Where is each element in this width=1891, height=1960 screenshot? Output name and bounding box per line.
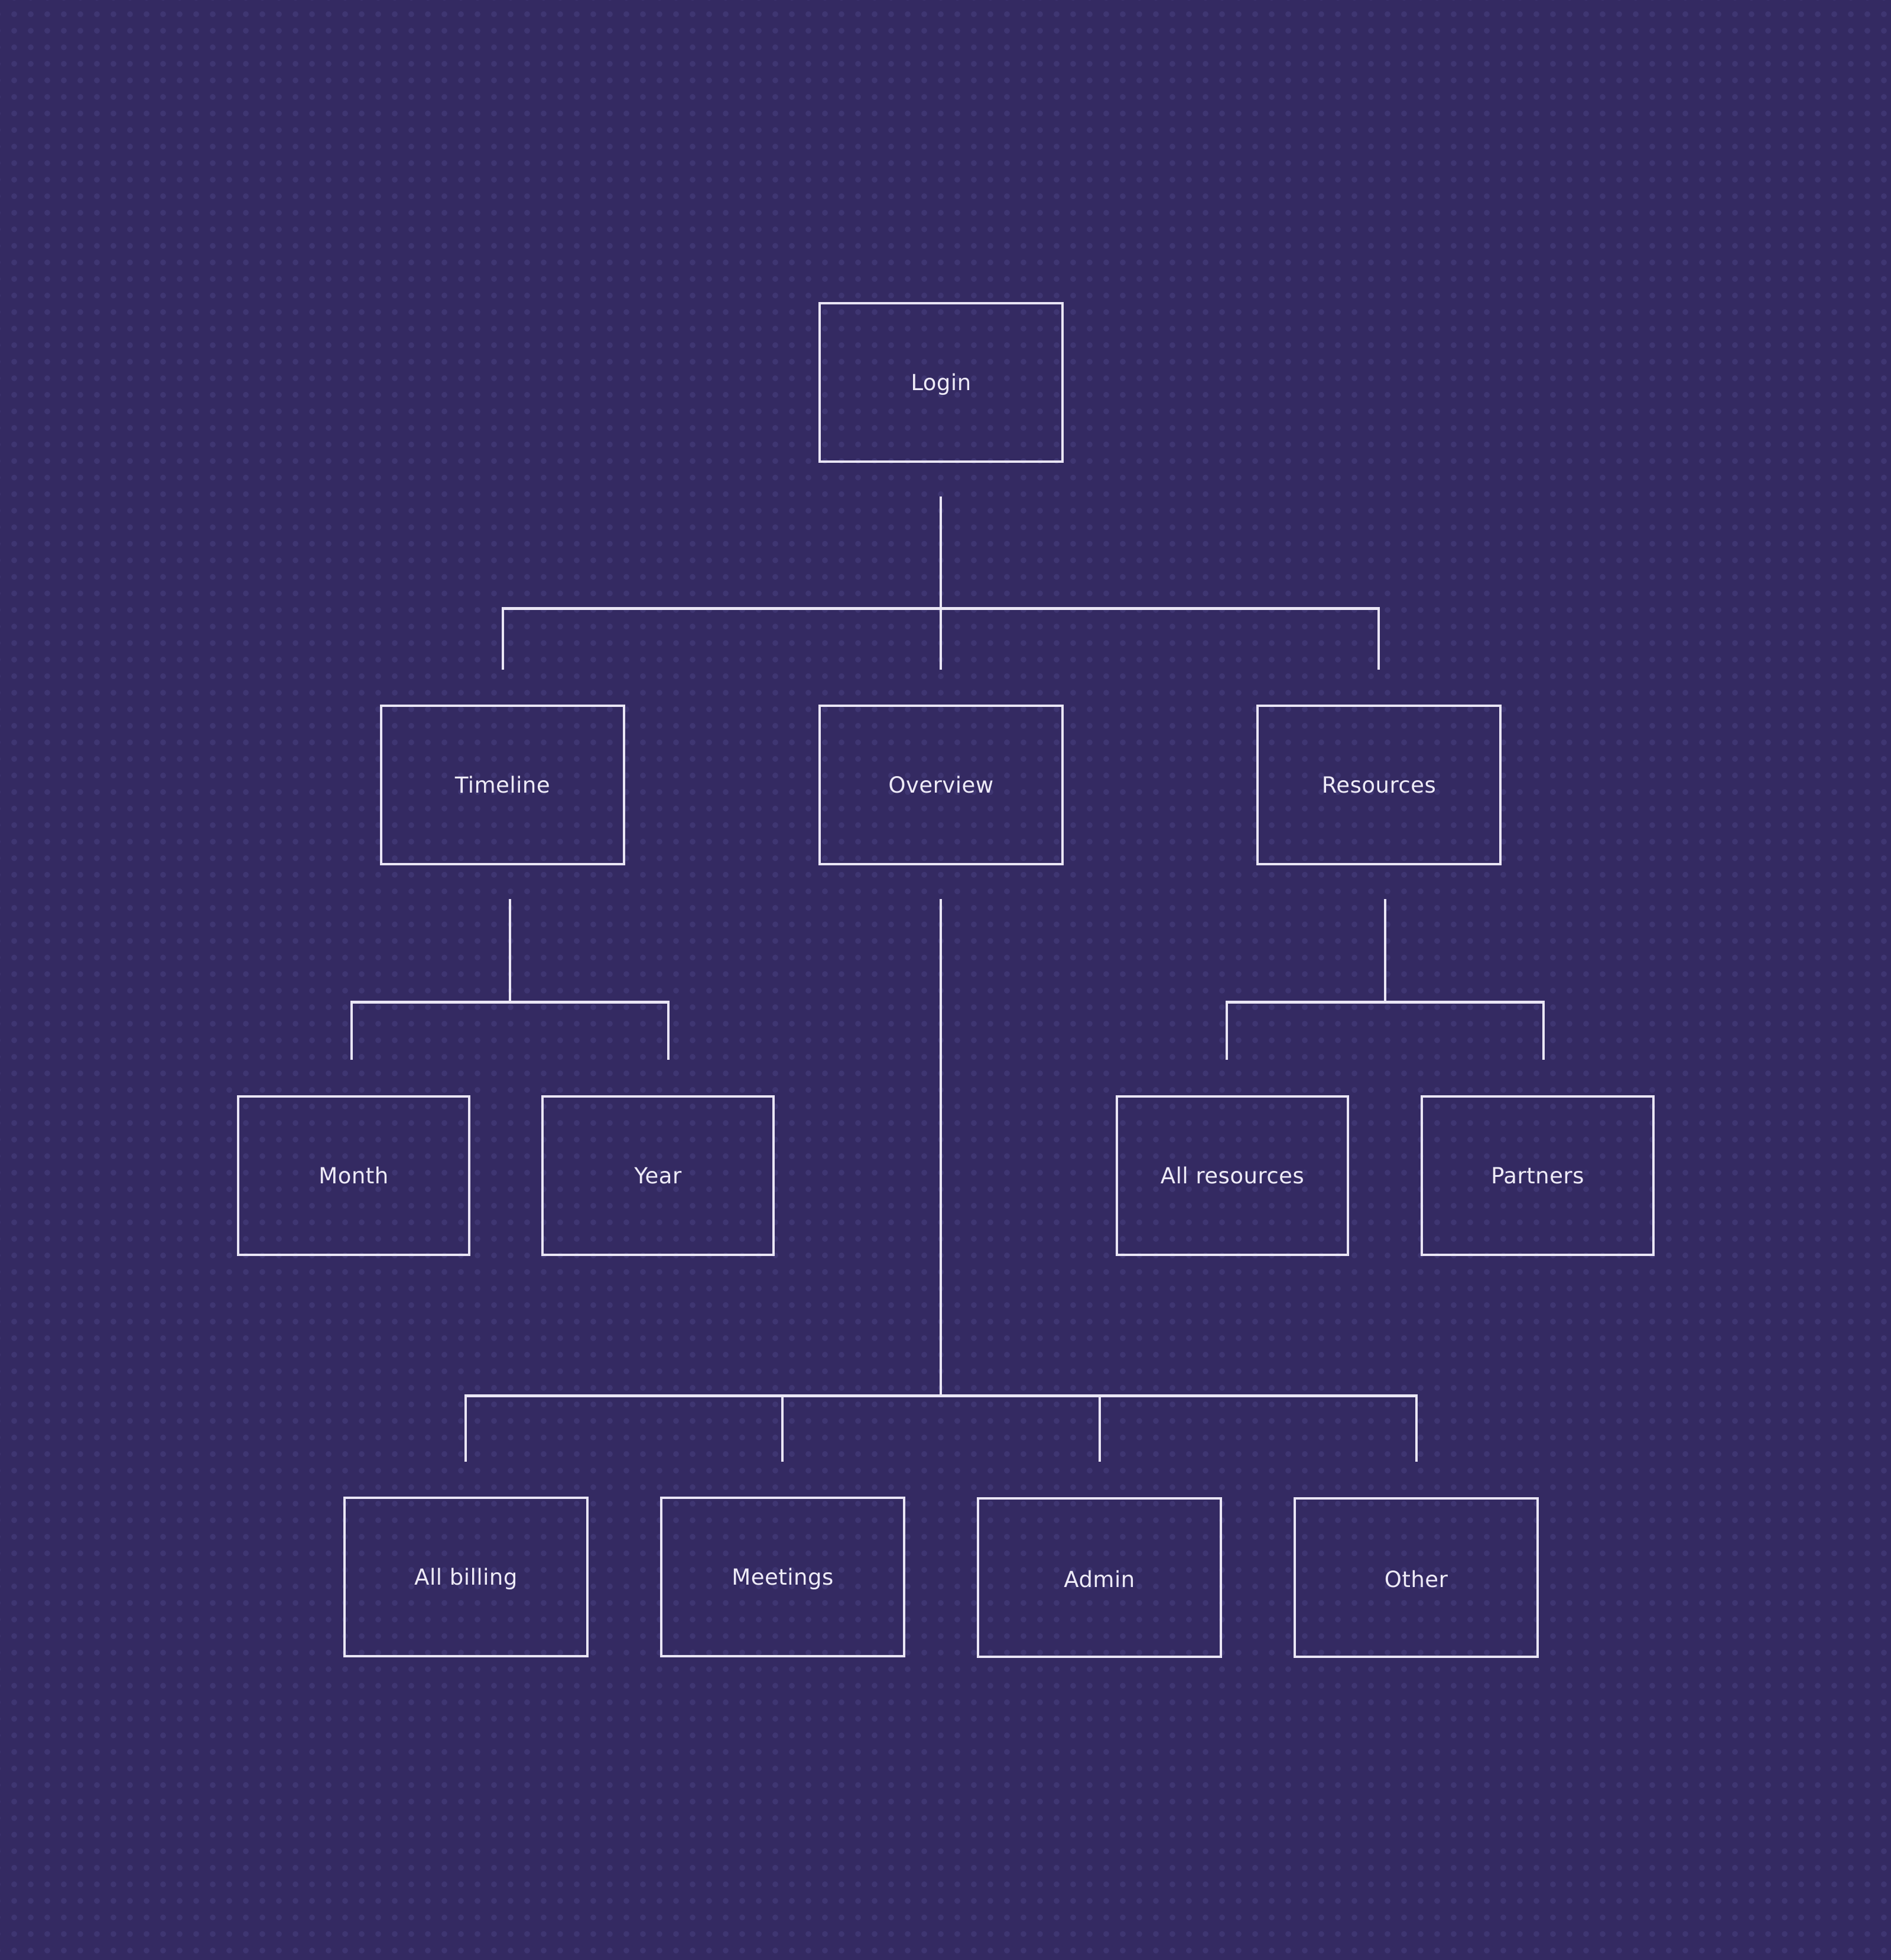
connector-to-partners — [1542, 1001, 1545, 1060]
node-resources[interactable]: Resources — [1256, 705, 1502, 865]
connector-overview-trunk — [940, 899, 942, 1397]
node-admin[interactable]: Admin — [977, 1497, 1222, 1658]
connector-timeline-bar — [350, 1001, 670, 1004]
node-label: Overview — [888, 772, 994, 798]
connector-to-year — [667, 1001, 670, 1060]
node-other[interactable]: Other — [1294, 1497, 1539, 1658]
node-overview[interactable]: Overview — [818, 705, 1064, 865]
node-label: All resources — [1160, 1163, 1305, 1189]
node-label: Year — [634, 1163, 682, 1189]
node-partners[interactable]: Partners — [1421, 1095, 1655, 1256]
node-label: Resources — [1321, 772, 1437, 798]
connector-to-all-resources — [1226, 1001, 1228, 1060]
node-login[interactable]: Login — [818, 302, 1064, 463]
node-label: Timeline — [454, 772, 551, 798]
connector-to-meetings — [781, 1394, 784, 1462]
connector-to-resources — [1377, 607, 1380, 670]
node-label: Other — [1384, 1566, 1448, 1592]
connector-resources-trunk — [1384, 899, 1386, 1003]
connector-timeline-trunk — [509, 899, 511, 1003]
node-month[interactable]: Month — [237, 1095, 470, 1256]
connector-to-timeline — [502, 607, 504, 670]
connector-login-trunk — [940, 497, 942, 608]
connector-overview-bar — [464, 1394, 1418, 1397]
node-timeline[interactable]: Timeline — [380, 705, 625, 865]
node-label: Meetings — [732, 1564, 834, 1590]
connector-to-admin — [1099, 1394, 1101, 1462]
connector-to-other — [1415, 1394, 1418, 1462]
connector-resources-bar — [1226, 1001, 1545, 1004]
node-label: Login — [911, 369, 972, 395]
node-year[interactable]: Year — [541, 1095, 775, 1256]
connector-to-month — [350, 1001, 353, 1060]
node-meetings[interactable]: Meetings — [660, 1497, 905, 1657]
node-label: Admin — [1064, 1566, 1135, 1592]
node-all-billing[interactable]: All billing — [343, 1497, 589, 1657]
node-all-resources[interactable]: All resources — [1116, 1095, 1349, 1256]
node-label: All billing — [414, 1564, 518, 1590]
node-label: Month — [319, 1163, 389, 1189]
node-label: Partners — [1491, 1163, 1584, 1189]
connector-to-overview — [940, 607, 942, 670]
connector-to-all-billing — [464, 1394, 467, 1462]
